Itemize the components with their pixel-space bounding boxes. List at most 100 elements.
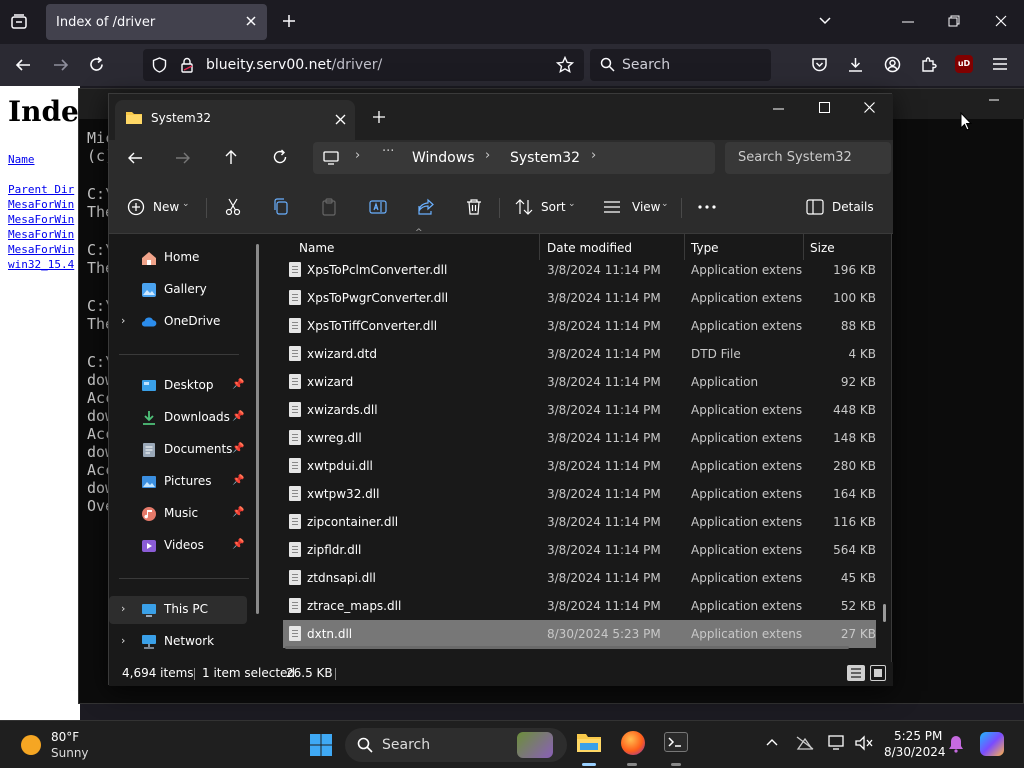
nav-item-onedrive[interactable]: › OneDrive: [109, 308, 259, 336]
forward-icon[interactable]: [53, 57, 69, 73]
search-input[interactable]: Search System32: [725, 142, 891, 174]
table-row[interactable]: ztrace_maps.dll 3/8/2024 11:14 PM Applicat…: [283, 592, 876, 620]
close-window-icon[interactable]: [864, 102, 875, 113]
table-row[interactable]: zipfldr.dll 3/8/2024 11:14 PM Application …: [283, 536, 876, 564]
minimize-icon[interactable]: [902, 21, 914, 23]
nav-item-videos[interactable]: Videos 📌: [109, 532, 259, 560]
column-header-date[interactable]: Date modified: [547, 241, 632, 255]
up-icon[interactable]: [224, 149, 238, 165]
file-link[interactable]: MesaForWin: [8, 213, 74, 226]
horizontal-scrollbar[interactable]: [285, 646, 849, 649]
forward-icon[interactable]: [175, 151, 191, 165]
menu-icon[interactable]: [992, 57, 1008, 71]
shield-icon[interactable]: [152, 57, 167, 73]
table-row[interactable]: dxtn.dll 8/30/2024 5:23 PM Application ext…: [283, 620, 876, 648]
close-tab-icon[interactable]: [245, 15, 257, 27]
lock-icon[interactable]: [180, 57, 194, 73]
pin-icon[interactable]: 📌: [232, 443, 244, 454]
table-row[interactable]: ztdnsapi.dll 3/8/2024 11:14 PM Application…: [283, 564, 876, 592]
back-icon[interactable]: [15, 57, 31, 73]
more-options-icon[interactable]: [698, 205, 716, 209]
firefox-taskbar-icon[interactable]: [621, 731, 645, 755]
pocket-icon[interactable]: [811, 56, 828, 73]
pin-icon[interactable]: 📌: [232, 411, 244, 422]
minimize-icon[interactable]: [773, 108, 784, 110]
file-link[interactable]: MesaForWin: [8, 243, 74, 256]
terminal-minimize-icon[interactable]: [989, 99, 999, 101]
network-off-icon[interactable]: [796, 736, 814, 750]
copy-icon[interactable]: [273, 198, 289, 216]
reload-icon[interactable]: [88, 56, 105, 73]
column-header-size[interactable]: Size: [810, 241, 835, 255]
volume-muted-icon[interactable]: [855, 735, 873, 751]
table-row[interactable]: xwizards.dll 3/8/2024 11:14 PM Application…: [283, 396, 876, 424]
refresh-icon[interactable]: [272, 149, 288, 165]
file-link[interactable]: win32_15.4: [8, 258, 74, 271]
pin-icon[interactable]: 📌: [232, 379, 244, 390]
breadcrumb-chevron-icon[interactable]: ›: [591, 148, 596, 163]
breadcrumb-windows[interactable]: Windows: [412, 150, 475, 166]
table-row[interactable]: zipcontainer.dll 3/8/2024 11:14 PM Applica…: [283, 508, 876, 536]
more-icon[interactable]: ···: [382, 144, 394, 159]
star-icon[interactable]: [556, 56, 574, 74]
url-bar[interactable]: blueity.serv00.net/driver/: [143, 49, 584, 81]
breadcrumb-system32[interactable]: System32: [510, 150, 580, 166]
copilot-icon[interactable]: [980, 732, 1004, 756]
delete-icon[interactable]: [466, 198, 482, 216]
maximize-icon[interactable]: [819, 102, 830, 113]
windows-start-icon[interactable]: [309, 733, 333, 757]
chevron-right-icon[interactable]: ›: [121, 634, 125, 647]
terminal-taskbar-icon[interactable]: [664, 732, 688, 752]
account-icon[interactable]: [884, 56, 901, 73]
column-name-link[interactable]: Name: [8, 153, 35, 166]
cut-icon[interactable]: [225, 198, 241, 216]
nav-scrollbar[interactable]: [256, 244, 259, 614]
clock-date[interactable]: 8/30/2024: [884, 745, 946, 759]
rename-icon[interactable]: [369, 198, 387, 216]
column-header-type[interactable]: Type: [691, 241, 719, 255]
new-tab-icon[interactable]: [282, 14, 296, 28]
nav-item-gallery[interactable]: Gallery: [109, 276, 259, 304]
nav-item-documents[interactable]: Documents 📌: [109, 436, 259, 464]
table-row[interactable]: xwreg.dll 3/8/2024 11:14 PM Application ex…: [283, 424, 876, 452]
address-bar[interactable]: › ··· Windows › System32 ›: [313, 142, 715, 174]
close-tab-icon[interactable]: [335, 114, 346, 125]
close-window-icon[interactable]: [995, 15, 1007, 27]
ublock-icon[interactable]: uD: [955, 55, 973, 73]
pin-icon[interactable]: 📌: [232, 507, 244, 518]
nav-item-music[interactable]: Music 📌: [109, 500, 259, 528]
clock-time[interactable]: 5:25 PM: [894, 729, 942, 743]
computer-icon[interactable]: [323, 151, 339, 165]
extensions-icon[interactable]: [920, 56, 937, 73]
file-link[interactable]: MesaForWin: [8, 198, 74, 211]
details-view-icon[interactable]: [847, 665, 865, 681]
column-header-name[interactable]: Name: [299, 241, 334, 255]
explorer-tab-system32[interactable]: System32: [115, 100, 355, 140]
nav-item-pictures[interactable]: Pictures 📌: [109, 468, 259, 496]
tiles-view-icon[interactable]: [870, 665, 886, 681]
back-icon[interactable]: [127, 151, 143, 165]
parent-dir-link[interactable]: Parent Dir: [8, 183, 74, 196]
chevron-up-icon[interactable]: [766, 738, 778, 746]
file-explorer-taskbar-icon[interactable]: [575, 731, 603, 755]
file-explorer-window[interactable]: System32 › ··· Windows › System32 › Sear…: [108, 93, 893, 686]
table-row[interactable]: XpsToPwgrConverter.dll 3/8/2024 11:14 PM A…: [283, 284, 876, 312]
weather-widget[interactable]: 80°F Sunny: [10, 727, 90, 763]
add-tab-icon[interactable]: [373, 111, 385, 123]
table-row[interactable]: xwtpw32.dll 3/8/2024 11:14 PM Application …: [283, 480, 876, 508]
table-row[interactable]: XpsToPclmConverter.dll 3/8/2024 11:14 PM A…: [283, 256, 876, 284]
table-row[interactable]: XpsToTiffConverter.dll 3/8/2024 11:14 PM A…: [283, 312, 876, 340]
notification-bell-icon[interactable]: [948, 735, 964, 753]
paste-icon[interactable]: [321, 198, 337, 216]
table-row[interactable]: xwizard.dtd 3/8/2024 11:14 PM DTD File 4 KB: [283, 340, 876, 368]
browser-search-input[interactable]: Search: [590, 49, 771, 81]
nav-item-network[interactable]: › Network: [109, 628, 259, 656]
nav-item-this-pc[interactable]: › This PC: [109, 596, 247, 624]
pin-icon[interactable]: 📌: [232, 475, 244, 486]
download-icon[interactable]: [847, 56, 864, 73]
share-icon[interactable]: [417, 198, 435, 216]
list-scrollbar[interactable]: [883, 604, 886, 622]
file-link[interactable]: MesaForWin: [8, 228, 74, 241]
tab-list-icon[interactable]: [10, 13, 28, 31]
browser-tab-active[interactable]: Index of /driver: [46, 4, 267, 40]
